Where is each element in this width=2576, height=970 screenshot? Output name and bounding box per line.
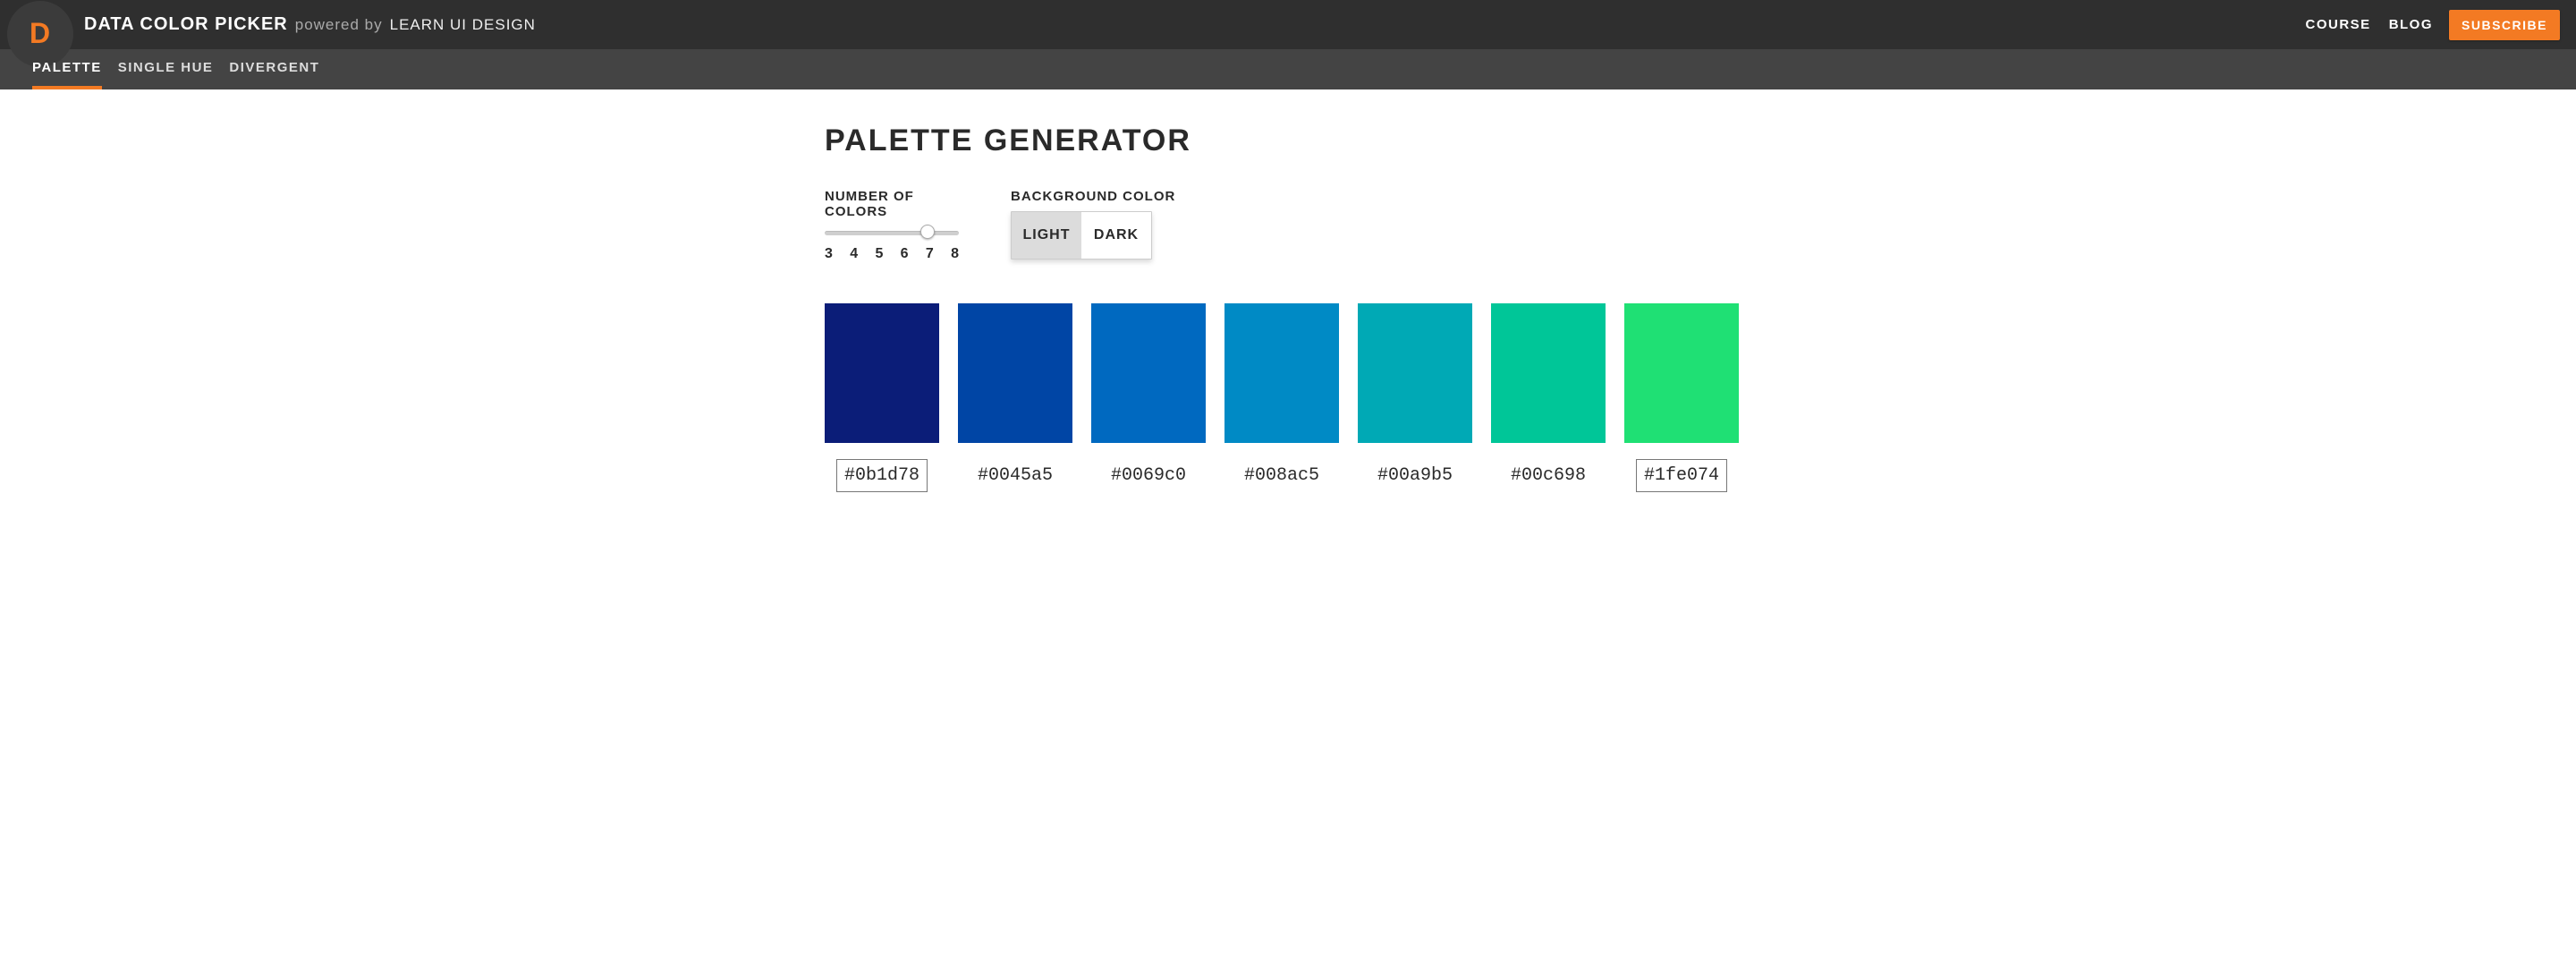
slider-tick: 6: [901, 246, 909, 262]
color-swatch[interactable]: [1491, 303, 1606, 443]
bg-dark-button[interactable]: DARK: [1081, 212, 1151, 259]
app-title: DATA COLOR PICKER: [84, 14, 288, 35]
slider-tick: 3: [825, 246, 833, 262]
tab-palette[interactable]: PALETTE: [32, 49, 102, 89]
logo-letter: D: [30, 17, 51, 50]
subscribe-button[interactable]: SUBSCRIBE: [2449, 10, 2560, 40]
sub-nav: PALETTE SINGLE HUE DIVERGENT: [0, 49, 2576, 89]
nav-course[interactable]: COURSE: [2306, 17, 2371, 32]
color-hex[interactable]: #00a9b5: [1369, 459, 1461, 492]
bg-toggle: LIGHT DARK: [1011, 211, 1152, 260]
color-swatch[interactable]: [1358, 303, 1472, 443]
slider-rail: [825, 231, 959, 235]
color-swatch[interactable]: [1091, 303, 1206, 443]
page-title: PALETTE GENERATOR: [825, 123, 1751, 158]
bg-label: BACKGROUND COLOR: [1011, 189, 1175, 204]
slider-tick: 5: [875, 246, 883, 262]
count-slider[interactable]: [825, 226, 959, 239]
swatch-col: #00a9b5: [1358, 303, 1472, 492]
brand: DATA COLOR PICKER powered by LEARN UI DE…: [84, 14, 536, 35]
swatch-col: #00c698: [1491, 303, 1606, 492]
swatch-col: #008ac5: [1224, 303, 1339, 492]
controls: NUMBER OF COLORS 3 4 5 6 7 8 BACKGROUND COLOR…: [825, 189, 1751, 262]
color-swatch[interactable]: [825, 303, 939, 443]
color-hex[interactable]: #0b1d78: [836, 459, 928, 492]
color-hex[interactable]: #00c698: [1503, 459, 1594, 492]
powered-by-prefix: powered by: [295, 16, 383, 34]
color-hex[interactable]: #0045a5: [970, 459, 1061, 492]
color-hex[interactable]: #0069c0: [1103, 459, 1194, 492]
color-hex[interactable]: #008ac5: [1236, 459, 1327, 492]
tab-divergent[interactable]: DIVERGENT: [229, 49, 319, 89]
bg-light-button[interactable]: LIGHT: [1012, 212, 1081, 259]
color-hex[interactable]: #1fe074: [1636, 459, 1727, 492]
swatch-col: #0b1d78: [825, 303, 939, 492]
main: PALETTE GENERATOR NUMBER OF COLORS 3 4 5 6 7…: [814, 89, 1762, 528]
swatch-row: #0b1d78 #0045a5 #0069c0 #008ac5 #00a9b5 #00c6…: [825, 303, 1751, 492]
slider-tick: 7: [926, 246, 934, 262]
count-control: NUMBER OF COLORS 3 4 5 6 7 8: [825, 189, 959, 262]
slider-tick: 8: [951, 246, 959, 262]
bg-control: BACKGROUND COLOR LIGHT DARK: [1011, 189, 1175, 260]
swatch-col: #0069c0: [1091, 303, 1206, 492]
top-bar: D DATA COLOR PICKER powered by LEARN UI …: [0, 0, 2576, 49]
slider-tick: 4: [850, 246, 858, 262]
color-swatch[interactable]: [1624, 303, 1739, 443]
color-swatch[interactable]: [1224, 303, 1339, 443]
swatch-col: #1fe074: [1624, 303, 1739, 492]
nav-blog[interactable]: BLOG: [2389, 17, 2433, 32]
tab-single-hue[interactable]: SINGLE HUE: [118, 49, 214, 89]
slider-thumb[interactable]: [920, 225, 935, 239]
color-swatch[interactable]: [958, 303, 1072, 443]
slider-ticks: 3 4 5 6 7 8: [825, 246, 959, 262]
count-label: NUMBER OF COLORS: [825, 189, 959, 219]
swatch-col: #0045a5: [958, 303, 1072, 492]
powered-by-brand[interactable]: LEARN UI DESIGN: [390, 16, 536, 34]
